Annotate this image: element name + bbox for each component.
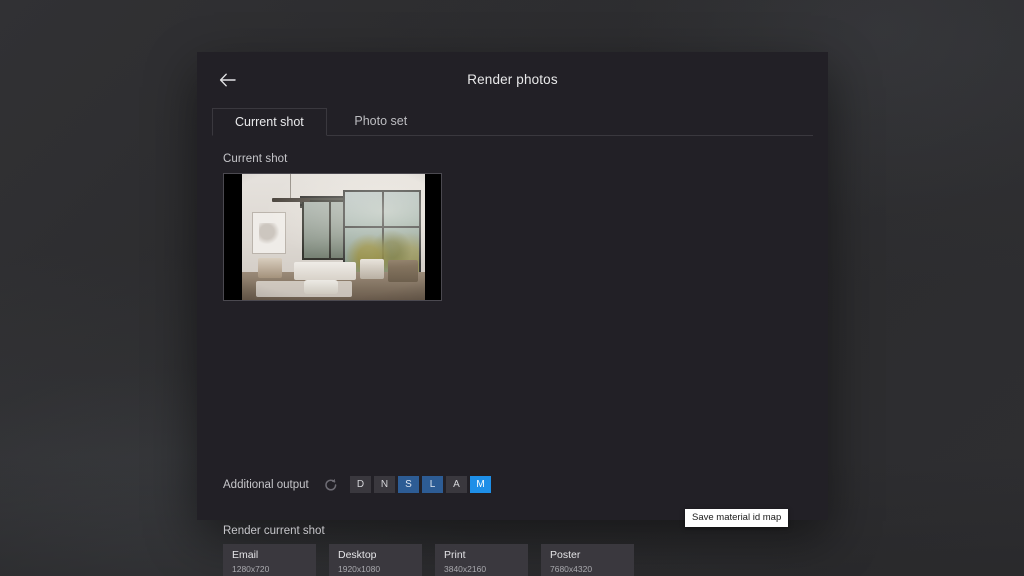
preset-resolution: 1280x720 — [232, 564, 270, 574]
render-preset-poster[interactable]: Poster 7680x4320 — [541, 544, 634, 576]
dialog-titlebar: Render photos — [197, 52, 828, 108]
chip-shadow[interactable]: S — [398, 476, 419, 493]
chip-depth[interactable]: D — [350, 476, 371, 493]
preset-name: Email — [232, 549, 259, 561]
render-preset-print[interactable]: Print 3840x2160 — [435, 544, 528, 576]
additional-output-label: Additional output — [223, 478, 309, 491]
render-photos-dialog: Render photos Current shot Photo set Cur… — [197, 52, 828, 576]
reset-arrow-icon[interactable] — [323, 477, 339, 493]
render-preset-row: Email 1280x720 Desktop 1920x1080 Print 3… — [223, 544, 634, 576]
additional-output-row: Additional output D N S L A M — [223, 476, 491, 493]
preset-resolution: 1920x1080 — [338, 564, 381, 574]
preset-name: Print — [444, 549, 466, 561]
additional-output-chips: D N S L A M — [350, 476, 491, 493]
chip-normal[interactable]: N — [374, 476, 395, 493]
render-preset-desktop[interactable]: Desktop 1920x1080 — [329, 544, 422, 576]
current-shot-label: Current shot — [223, 153, 288, 165]
chip-material-id[interactable]: M — [470, 476, 491, 493]
tooltip-save-material-id-map: Save material id map — [685, 509, 789, 527]
chip-alpha[interactable]: A — [446, 476, 467, 493]
tab-photo-set[interactable]: Photo set — [327, 108, 435, 136]
preset-resolution: 3840x2160 — [444, 564, 487, 574]
chip-lighting[interactable]: L — [422, 476, 443, 493]
current-shot-thumbnail[interactable] — [223, 173, 442, 301]
preset-name: Poster — [550, 549, 581, 561]
render-preset-email[interactable]: Email 1280x720 — [223, 544, 316, 576]
page-title: Render photos — [467, 72, 558, 87]
desktop-background: Render photos Current shot Photo set Cur… — [0, 0, 1024, 576]
preset-name: Desktop — [338, 549, 377, 561]
render-preview-image — [242, 174, 425, 300]
tab-photo-set-label: Photo set — [354, 114, 408, 128]
render-current-shot-label: Render current shot — [223, 525, 325, 537]
tab-current-shot-label: Current shot — [235, 115, 304, 129]
tab-bar: Current shot Photo set — [212, 108, 813, 136]
dialog-body: Current shot Additional output D N S L A… — [197, 153, 828, 576]
preset-resolution: 7680x4320 — [550, 564, 593, 574]
tab-current-shot[interactable]: Current shot — [212, 108, 327, 136]
